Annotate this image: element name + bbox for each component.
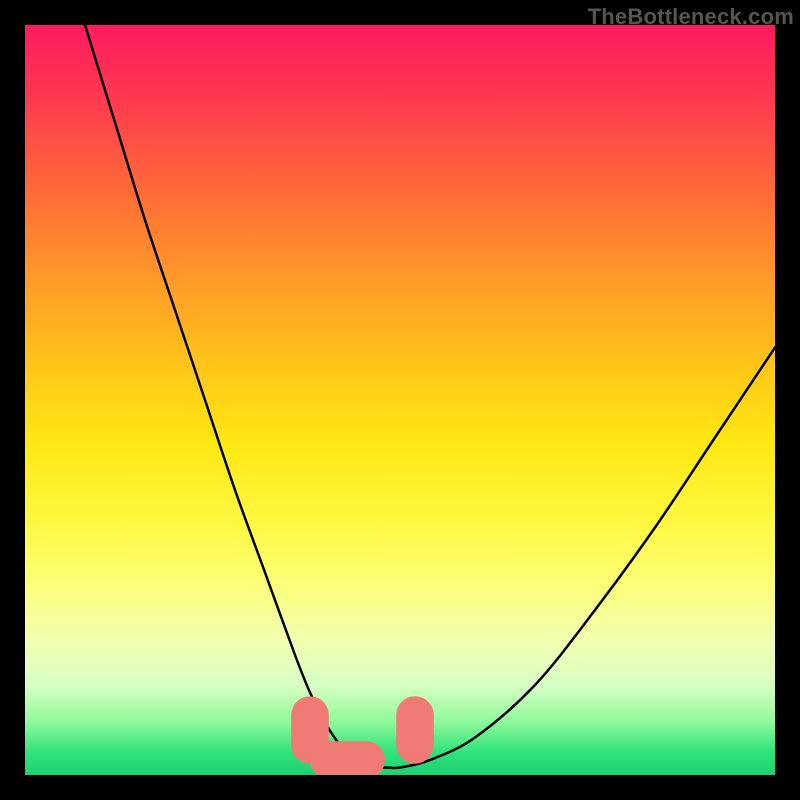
floor-marker-right [396, 696, 434, 764]
floor-marker-mid [310, 741, 385, 775]
chart-stage: TheBottleneck.com [0, 0, 800, 800]
curve-layer [25, 25, 775, 775]
bottleneck-curve [85, 25, 775, 768]
plot-outer-border [25, 25, 775, 775]
source-watermark: TheBottleneck.com [588, 4, 794, 30]
floor-markers [291, 696, 434, 775]
